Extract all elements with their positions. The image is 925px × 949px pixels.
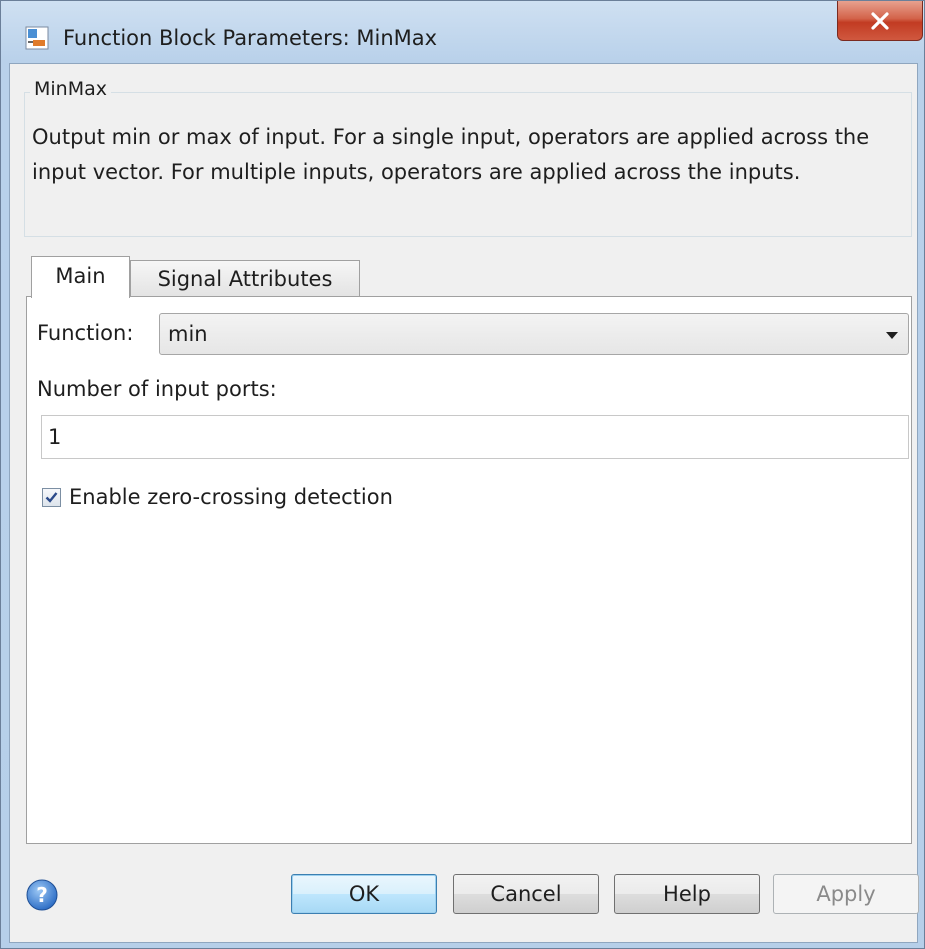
zero-crossing-label[interactable]: Enable zero-crossing detection <box>69 483 393 511</box>
close-icon <box>871 11 889 30</box>
input-ports-label: Number of input ports: <box>37 377 277 401</box>
input-ports-value: 1 <box>48 425 62 449</box>
function-select[interactable]: min <box>159 313 909 355</box>
help-button[interactable]: Help <box>614 874 760 914</box>
tab-main[interactable]: Main <box>31 256 130 298</box>
svg-text:?: ? <box>36 883 48 907</box>
dialog-window: Function Block Parameters: MinMax MinMax… <box>0 0 925 949</box>
tab-signal-attributes[interactable]: Signal Attributes <box>130 260 360 298</box>
input-ports-field[interactable]: 1 <box>41 415 909 459</box>
cancel-button[interactable]: Cancel <box>453 874 599 914</box>
zero-crossing-checkbox[interactable] <box>42 488 61 507</box>
function-label: Function: <box>37 321 134 345</box>
ok-button[interactable]: OK <box>291 874 437 914</box>
simulink-block-icon <box>25 26 49 50</box>
group-title: MinMax <box>30 76 111 102</box>
apply-button[interactable]: Apply <box>773 874 919 914</box>
dialog-client-area: MinMax Output min or max of input. For a… <box>9 63 919 943</box>
close-button[interactable] <box>837 1 923 41</box>
help-question-icon[interactable]: ? <box>26 879 58 911</box>
function-select-value: min <box>168 322 208 346</box>
checkmark-icon <box>45 492 58 503</box>
window-title: Function Block Parameters: MinMax <box>63 26 438 50</box>
tab-panel-main: Function: min Number of input ports: 1 E… <box>26 296 912 844</box>
title-bar[interactable]: Function Block Parameters: MinMax <box>1 1 924 63</box>
block-description: Output min or max of input. For a single… <box>32 125 870 184</box>
chevron-down-icon <box>886 332 898 339</box>
